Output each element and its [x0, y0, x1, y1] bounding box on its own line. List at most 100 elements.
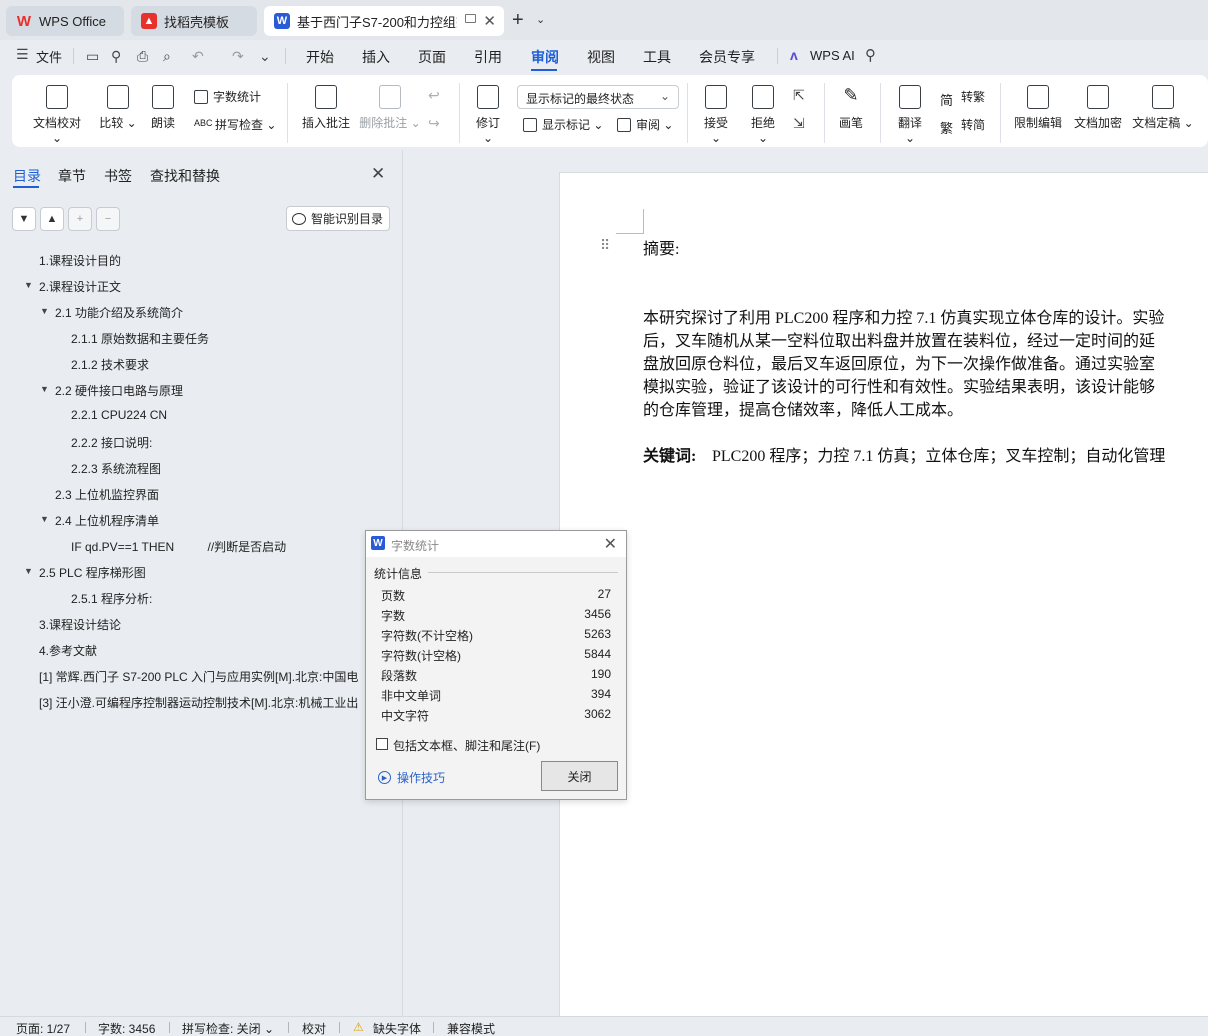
- status-words[interactable]: 字数: 3456: [98, 1020, 155, 1036]
- toc-item[interactable]: 2.2.2 接口说明:: [71, 434, 152, 451]
- toc-item[interactable]: 2.5.1 程序分析:: [71, 590, 152, 607]
- toc-item[interactable]: 2.2.3 系统流程图: [71, 460, 161, 477]
- markup-state-dropdown[interactable]: 显示标记的最终状态 ⌄: [517, 85, 679, 109]
- monitor-icon[interactable]: [465, 14, 476, 23]
- to-simplified-button[interactable]: 繁 转简: [940, 116, 985, 136]
- smart-toc-button[interactable]: 智能识别目录: [286, 206, 390, 231]
- accept-button[interactable]: 接受 ⌄: [698, 85, 734, 145]
- menu-page[interactable]: 页面: [418, 47, 446, 67]
- remove-icon[interactable]: −: [96, 207, 120, 231]
- to-traditional-button[interactable]: 简 转繁: [940, 88, 985, 108]
- close-dialog-icon[interactable]: ✕: [604, 534, 617, 554]
- toc-item[interactable]: IF qd.PV==1 THEN //判断是否启动: [71, 538, 286, 555]
- menu-insert[interactable]: 插入: [362, 47, 390, 67]
- read-aloud-button[interactable]: 朗读: [148, 85, 178, 131]
- document-page[interactable]: ⠿ 摘要: 本研究探讨了利用 PLC200 程序和力控 7.1 仿真实现立体仓库…: [559, 172, 1208, 1032]
- caret-down-icon[interactable]: ▼: [24, 280, 33, 290]
- next-change-icon[interactable]: ⇲: [793, 115, 805, 132]
- toc-item[interactable]: 2.2 硬件接口电路与原理: [55, 382, 183, 399]
- pen-button[interactable]: ✎ 画笔: [836, 85, 866, 131]
- word-count-button[interactable]: 字数统计: [194, 88, 261, 105]
- toc-item[interactable]: [1] 常辉.西门子 S7-200 PLC 入门与应用实例[M].北京:中国电: [39, 668, 364, 685]
- toc-item[interactable]: 2.4 上位机程序清单: [55, 512, 159, 529]
- track-changes-button[interactable]: 修订 ⌄: [470, 85, 506, 145]
- search-icon[interactable]: ⚲: [865, 46, 876, 64]
- close-button[interactable]: 关闭: [541, 761, 618, 791]
- tab-wps-office[interactable]: W WPS Office: [6, 6, 124, 36]
- status-missing-font[interactable]: 缺失字体: [373, 1020, 421, 1036]
- expand-icon[interactable]: ▼: [12, 207, 36, 231]
- chevron-down-icon[interactable]: ⌄: [536, 13, 545, 26]
- tab-document[interactable]: W 基于西门子S7-200和力控组态 ✕: [264, 6, 504, 36]
- close-tab-icon[interactable]: ✕: [483, 12, 496, 30]
- menu-file[interactable]: 文件: [36, 47, 62, 66]
- tab-chapters[interactable]: 章节: [58, 166, 86, 186]
- new-tab-icon[interactable]: +: [512, 9, 524, 32]
- toc-item[interactable]: 2.课程设计正文: [39, 278, 121, 295]
- compare-button[interactable]: 比较 ⌄: [98, 85, 138, 131]
- menu-tools[interactable]: 工具: [643, 47, 671, 67]
- caret-down-icon[interactable]: ▼: [40, 384, 49, 394]
- toc-item[interactable]: 2.2.1 CPU224 CN: [71, 408, 167, 422]
- tab-bookmarks[interactable]: 书签: [104, 166, 132, 186]
- caret-down-icon[interactable]: ▼: [40, 514, 49, 524]
- toc-item[interactable]: 2.3 上位机监控界面: [55, 486, 159, 503]
- show-markup-button[interactable]: 显示标记 ⌄: [523, 116, 603, 133]
- share-icon[interactable]: ⚲: [111, 48, 121, 65]
- undo-icon[interactable]: ↶: [192, 48, 204, 65]
- body-line: 模拟实验，验证了该设计的可行性和有效性。实验结果表明，该设计能够: [643, 379, 1156, 396]
- menu-wps-ai[interactable]: WPS AI: [810, 48, 855, 63]
- wps-ai-icon[interactable]: ʌ: [790, 47, 798, 63]
- spell-check-button[interactable]: ABC 拼写检查 ⌄: [194, 116, 276, 133]
- print-icon[interactable]: ⎙: [137, 48, 148, 65]
- status-page[interactable]: 页面: 1/27: [16, 1020, 70, 1036]
- menu-member[interactable]: 会员专享: [699, 47, 755, 67]
- tab-find-replace[interactable]: 查找和替换: [150, 166, 220, 186]
- restrict-edit-button[interactable]: 限制编辑: [1012, 85, 1064, 131]
- toc-item[interactable]: 2.1.2 技术要求: [71, 356, 149, 373]
- prev-change-icon[interactable]: ⇱: [793, 87, 805, 104]
- toc-item[interactable]: 2.5 PLC 程序梯形图: [39, 564, 146, 581]
- doc-check-button[interactable]: 文档校对 ⌄: [28, 85, 86, 145]
- redo-icon[interactable]: ↷: [232, 48, 244, 65]
- include-textbox-checkbox[interactable]: [376, 738, 388, 750]
- reject-button[interactable]: 拒绝 ⌄: [745, 85, 781, 145]
- compare-label: 比较: [99, 116, 124, 130]
- menu-home[interactable]: 开始: [306, 47, 334, 67]
- toc-item[interactable]: [3] 汪小澄.可编程序控制器运动控制技术[M].北京:机械工业出: [39, 694, 364, 711]
- divider: [687, 83, 688, 143]
- translate-button[interactable]: 翻译 ⌄: [892, 85, 928, 145]
- print-preview-icon[interactable]: ⌕: [163, 48, 171, 65]
- next-comment-icon[interactable]: ↪: [428, 115, 440, 132]
- tab-toc[interactable]: 目录: [13, 166, 41, 186]
- toc-item[interactable]: 4.参考文献: [39, 642, 97, 659]
- menu-references[interactable]: 引用: [474, 47, 502, 67]
- status-proof[interactable]: 校对: [302, 1020, 326, 1036]
- review-pane-button[interactable]: 审阅 ⌄: [617, 116, 673, 133]
- toc-item[interactable]: 2.1.1 原始数据和主要任务: [71, 330, 209, 347]
- save-icon[interactable]: ▭: [86, 48, 99, 65]
- add-icon[interactable]: +: [68, 207, 92, 231]
- tab-template[interactable]: ▲ 找稻壳模板: [131, 6, 257, 36]
- drag-handle-icon[interactable]: ⠿: [600, 237, 610, 254]
- finalize-button[interactable]: 文档定稿 ⌄: [1132, 85, 1194, 131]
- caret-down-icon[interactable]: ▼: [24, 566, 33, 576]
- hamburger-icon[interactable]: ☰: [16, 46, 29, 63]
- toc-item[interactable]: 2.1 功能介绍及系统简介: [55, 304, 183, 321]
- toc-item[interactable]: 1.课程设计目的: [39, 252, 121, 269]
- chevron-down-icon[interactable]: ⌄: [259, 48, 271, 65]
- stat-value: 190: [590, 667, 611, 681]
- delete-comment-button[interactable]: 删除批注 ⌄: [359, 85, 421, 131]
- stat-value: 5263: [584, 627, 611, 641]
- tips-link[interactable]: ▶ 操作技巧: [378, 769, 445, 786]
- menu-view[interactable]: 视图: [587, 47, 615, 67]
- caret-down-icon[interactable]: ▼: [40, 306, 49, 316]
- encrypt-button[interactable]: 文档加密: [1072, 85, 1124, 131]
- collapse-icon[interactable]: ▲: [40, 207, 64, 231]
- insert-comment-button[interactable]: 插入批注: [300, 85, 352, 131]
- status-spell[interactable]: 拼写检查: 关闭 ⌄: [182, 1020, 274, 1036]
- toc-item[interactable]: 3.课程设计结论: [39, 616, 121, 633]
- prev-comment-icon[interactable]: ↩: [428, 87, 440, 104]
- close-panel-icon[interactable]: ✕: [371, 164, 385, 184]
- menu-review[interactable]: 审阅: [531, 47, 559, 67]
